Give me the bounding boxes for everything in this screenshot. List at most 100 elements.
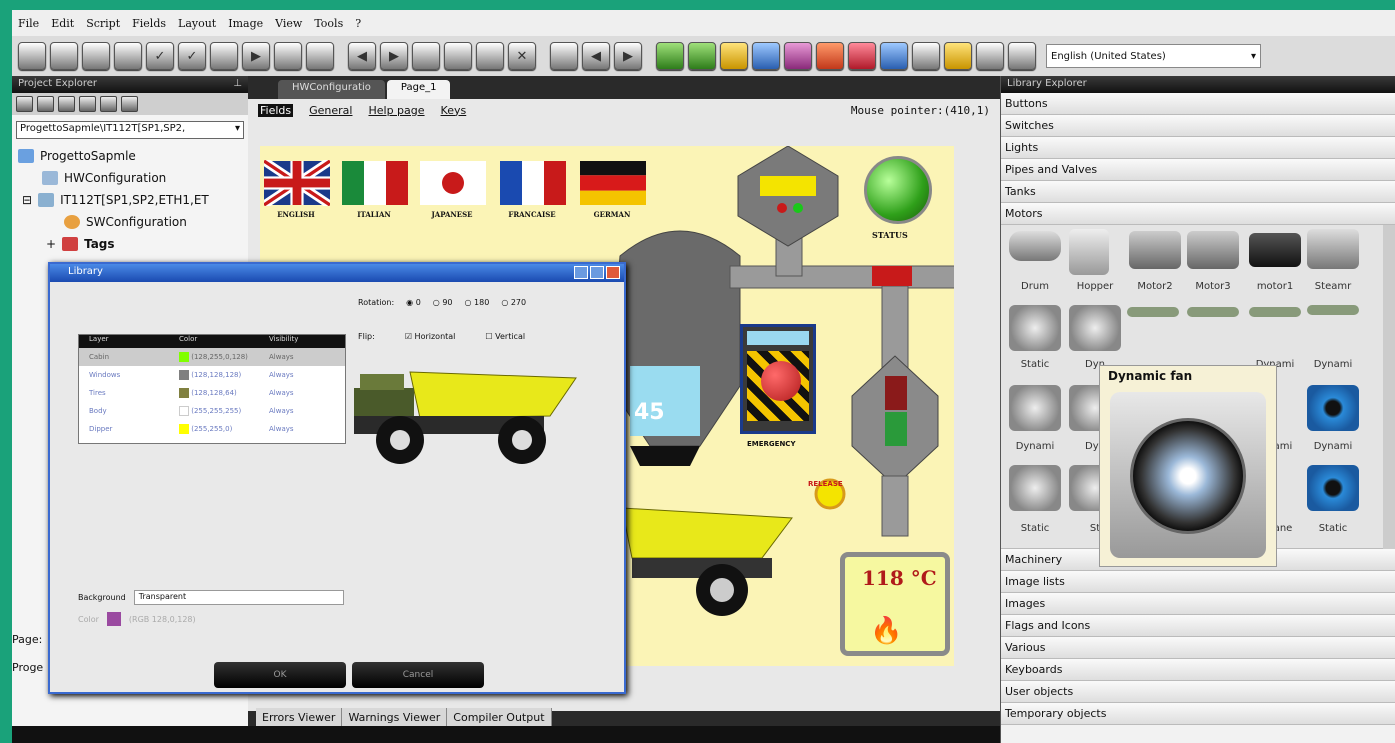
conveyor-icon[interactable] (1127, 307, 1179, 317)
pump-icon[interactable] (1009, 465, 1061, 511)
gallery-scrollbar[interactable] (1383, 225, 1395, 549)
category-images[interactable]: Images (1001, 593, 1395, 615)
motor3-icon[interactable] (1187, 231, 1239, 269)
japan-flag-icon[interactable] (420, 160, 486, 206)
subnav-keys[interactable]: Keys (441, 104, 467, 117)
red-icon[interactable] (848, 42, 876, 70)
maximize-icon[interactable] (590, 266, 604, 279)
download-icon[interactable] (274, 42, 302, 70)
tree-item-device[interactable]: ⊟ IT112T[SP1,SP2,ETH1,ET (12, 189, 248, 211)
next-page-icon[interactable]: ▶ (614, 42, 642, 70)
background-select[interactable]: Transparent (133, 590, 344, 605)
drum-icon[interactable] (1009, 231, 1061, 261)
layer-visibility[interactable]: Always (259, 353, 339, 361)
delete-icon[interactable]: ✕ (508, 42, 536, 70)
status-lamp[interactable] (864, 156, 932, 224)
dump-truck-graphic[interactable] (612, 498, 802, 618)
layer-visibility[interactable]: Always (259, 389, 339, 397)
menu-tools[interactable]: Tools (314, 17, 343, 30)
subnav-help-page[interactable]: Help page (368, 104, 424, 117)
motor2-icon[interactable] (1129, 231, 1181, 269)
cut-icon[interactable] (412, 42, 440, 70)
refresh-icon[interactable] (121, 96, 138, 112)
rotation-0-radio[interactable]: ◉ 0 (406, 298, 421, 307)
label-icon[interactable] (720, 42, 748, 70)
menu-edit[interactable]: Edit (51, 17, 74, 30)
prev-page-icon[interactable]: ◀ (582, 42, 610, 70)
plant-icon[interactable] (688, 42, 716, 70)
layer-visibility[interactable]: Always (259, 425, 339, 433)
hopper-icon[interactable] (1069, 229, 1109, 275)
table-row[interactable]: Windows (128,128,128) Always (79, 366, 345, 384)
close-icon[interactable] (606, 266, 620, 279)
italy-flag-icon[interactable] (342, 160, 408, 206)
lamp-green-icon[interactable] (656, 42, 684, 70)
pump-icon[interactable] (1009, 385, 1061, 431)
expand-icon[interactable]: + (46, 237, 56, 251)
window-icon[interactable] (752, 42, 780, 70)
remove-icon[interactable] (58, 96, 75, 112)
orange-icon[interactable] (816, 42, 844, 70)
paste-icon[interactable] (476, 42, 504, 70)
language-select[interactable]: English (United States) ▾ (1046, 44, 1261, 68)
rotation-90-radio[interactable]: ○ 90 (433, 298, 453, 307)
menu-fields[interactable]: Fields (132, 17, 166, 30)
menu-file[interactable]: File (18, 17, 39, 30)
tree-item-swconfiguration[interactable]: SWConfiguration (12, 211, 248, 233)
flip-vertical-checkbox[interactable]: ☐ Vertical (485, 332, 525, 341)
move-icon[interactable] (79, 96, 96, 112)
save-all-icon[interactable] (114, 42, 142, 70)
uk-flag-icon[interactable] (264, 160, 330, 206)
check-all-icon[interactable]: ✓ (178, 42, 206, 70)
ok-button[interactable]: OK (214, 662, 346, 688)
layer-visibility[interactable]: Always (259, 371, 339, 379)
conveyor-icon[interactable] (1307, 305, 1359, 315)
emergency-button[interactable] (740, 324, 816, 434)
category-motors[interactable]: Motors (1001, 203, 1395, 225)
category-tanks[interactable]: Tanks (1001, 181, 1395, 203)
run-icon[interactable]: ▶ (242, 42, 270, 70)
menu-script[interactable]: Script (86, 17, 120, 30)
open-icon[interactable] (50, 42, 78, 70)
check-icon[interactable]: ✓ (146, 42, 174, 70)
tag-icon[interactable] (976, 42, 1004, 70)
grid-icon[interactable] (880, 42, 908, 70)
category-lights[interactable]: Lights (1001, 137, 1395, 159)
menu-image[interactable]: Image (228, 17, 263, 30)
category-flags-icons[interactable]: Flags and Icons (1001, 615, 1395, 637)
export-icon[interactable] (1008, 42, 1036, 70)
table-row[interactable]: Dipper (255,255,0) Always (79, 420, 345, 438)
project-combo[interactable]: ProgettoSapmle\IT112T[SP1,SP2, ▾ (16, 121, 244, 139)
conveyor-icon[interactable] (1187, 307, 1239, 317)
rotation-270-radio[interactable]: ○ 270 (501, 298, 526, 307)
pin-icon[interactable]: ⊥ (233, 78, 242, 91)
menu-help[interactable]: ? (355, 17, 361, 30)
blue-pump-icon[interactable] (1307, 385, 1359, 431)
blue-pump-icon[interactable] (1307, 465, 1359, 511)
cancel-button[interactable]: Cancel (352, 662, 484, 688)
edit-icon[interactable] (37, 96, 54, 112)
subnav-general[interactable]: General (309, 104, 352, 117)
conveyor-icon[interactable] (1249, 307, 1301, 317)
tab-page-1[interactable]: Page_1 (386, 80, 451, 99)
category-user-objects[interactable]: User objects (1001, 681, 1395, 703)
purple-icon[interactable] (784, 42, 812, 70)
table-icon[interactable] (944, 42, 972, 70)
category-keyboards[interactable]: Keyboards (1001, 659, 1395, 681)
category-temporary-objects[interactable]: Temporary objects (1001, 703, 1395, 725)
table-row[interactable]: Cabin (128,255,0,128) Always (79, 348, 345, 366)
category-various[interactable]: Various (1001, 637, 1395, 659)
rotation-180-radio[interactable]: ○ 180 (465, 298, 490, 307)
page-icon[interactable] (550, 42, 578, 70)
minimize-icon[interactable] (574, 266, 588, 279)
upload-icon[interactable] (306, 42, 334, 70)
color-swatch[interactable] (106, 612, 121, 626)
menu-view[interactable]: View (275, 17, 302, 30)
subnav-fields[interactable]: Fields (258, 103, 294, 117)
add-icon[interactable] (16, 96, 33, 112)
copy-icon[interactable] (444, 42, 472, 70)
undo-icon[interactable]: ◀ (348, 42, 376, 70)
static-fan-icon[interactable] (1009, 305, 1061, 351)
redo-icon[interactable]: ▶ (380, 42, 408, 70)
dynamic-fan-icon[interactable] (1069, 305, 1121, 351)
